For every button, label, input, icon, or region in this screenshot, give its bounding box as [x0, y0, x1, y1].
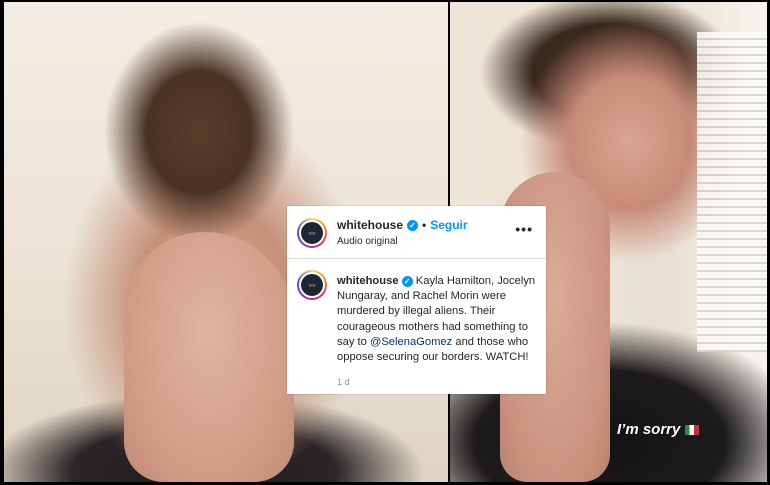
verified-badge-icon: ✓ [407, 219, 419, 231]
caption-verified-icon: ✓ [401, 276, 413, 288]
window-blinds [697, 32, 767, 352]
header-user-row: whitehouse ✓ • Seguir [337, 218, 468, 232]
video-overlay-caption: I’m sorry [617, 421, 700, 438]
instagram-post-card: WH whitehouse ✓ • Seguir Audio original … [287, 206, 546, 394]
avatar[interactable]: WH [297, 218, 327, 248]
header-username[interactable]: whitehouse [337, 218, 403, 232]
mexico-flag-icon [685, 424, 700, 435]
caption-avatar-logo: WH [299, 272, 325, 298]
post-header: WH whitehouse ✓ • Seguir Audio original … [287, 206, 546, 259]
caption-mention-link[interactable]: @SelenaGomez [370, 336, 452, 348]
post-caption: whitehouse ✓ Kayla Hamilton, Jocelyn Nun… [337, 274, 537, 365]
avatar-logo: WH [299, 220, 325, 246]
overlay-caption-text: I’m sorry [617, 421, 681, 438]
caption-avatar[interactable]: WH [297, 270, 327, 300]
header-separator: • [422, 218, 427, 232]
audio-label[interactable]: Audio original [337, 236, 398, 247]
post-timestamp: 1 d [337, 377, 350, 387]
more-options-icon[interactable]: ••• [515, 221, 533, 237]
follow-button[interactable]: Seguir [430, 218, 467, 232]
caption-username[interactable]: whitehouse [337, 275, 399, 287]
left-hand-shape [124, 232, 294, 482]
